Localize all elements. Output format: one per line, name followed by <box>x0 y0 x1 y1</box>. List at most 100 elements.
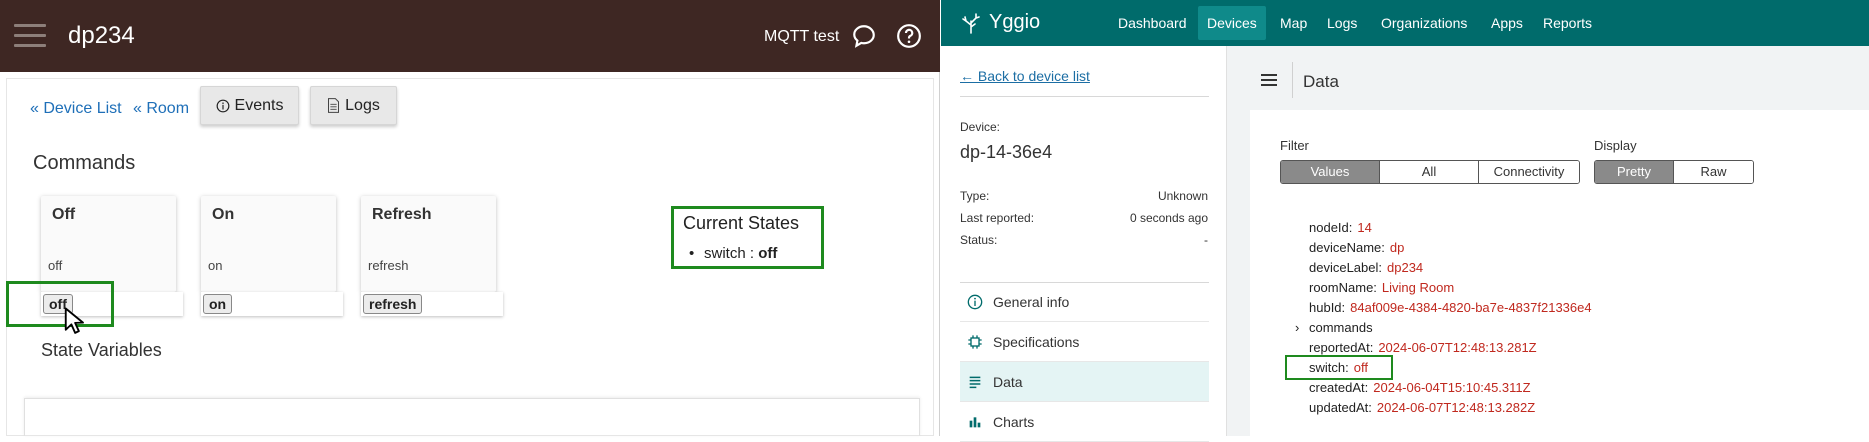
data-value: 2024-06-07T12:48:13.282Z <box>1376 400 1536 415</box>
data-value: 2024-06-07T12:48:13.281Z <box>1378 340 1537 355</box>
menu-label: Specifications <box>993 333 1080 350</box>
info-last-reported-key: Last reported: <box>960 211 1035 225</box>
info-type-key: Type: <box>960 189 990 203</box>
command-card-refresh: Refresh refresh <box>361 196 496 292</box>
menu-icon[interactable] <box>1261 73 1277 87</box>
document-icon <box>328 98 340 113</box>
on-command-button[interactable]: on <box>203 294 233 314</box>
data-row-devicename: deviceName: dp <box>1309 240 1404 255</box>
chat-bubble-icon[interactable] <box>851 23 877 49</box>
menu-charts[interactable]: Charts <box>960 402 1209 442</box>
data-key: reportedAt: <box>1309 340 1374 355</box>
filter-connectivity[interactable]: Connectivity <box>1479 161 1579 183</box>
yggio-brand[interactable]: Yggio <box>989 11 1040 34</box>
back-to-device-list-link[interactable]: ← Back to device list <box>960 68 1090 84</box>
device-list-link[interactable]: « Device List <box>30 100 122 118</box>
device-title: dp234 <box>68 22 135 49</box>
display-segmented-control: Pretty Raw <box>1594 160 1754 184</box>
data-value: Living Room <box>1381 280 1455 295</box>
data-key: deviceLabel: <box>1309 260 1382 275</box>
data-key: switch: <box>1309 360 1349 375</box>
command-row-on: on <box>201 292 343 316</box>
data-value: dp234 <box>1387 260 1424 275</box>
data-key: updatedAt: <box>1309 400 1372 415</box>
info-last-reported-value: 0 seconds ago <box>1129 211 1208 225</box>
data-key: roomName: <box>1309 280 1377 295</box>
data-row-commands[interactable]: › commands <box>1295 320 1373 335</box>
data-value: 14 <box>1357 220 1372 235</box>
menu-general-info[interactable]: General info <box>960 282 1209 322</box>
filter-values[interactable]: Values <box>1281 161 1380 183</box>
device-page-window: dp234 MQTT test « Device List « Room Eve… <box>0 0 940 436</box>
data-value: 84af009e-4384-4820-ba7e-4837f21336e4 <box>1350 300 1592 315</box>
info-icon <box>967 294 983 309</box>
display-raw[interactable]: Raw <box>1674 161 1753 183</box>
command-card-off: Off off <box>41 196 176 292</box>
off-command-button[interactable]: off <box>43 294 73 314</box>
help-circle-icon[interactable] <box>896 23 922 49</box>
events-button[interactable]: Events <box>200 86 299 125</box>
hamburger-menu-icon[interactable] <box>14 24 46 48</box>
bar-chart-icon <box>969 416 981 427</box>
device-label: Device: <box>960 120 1001 134</box>
nav-apps[interactable]: Apps <box>1482 0 1532 46</box>
filter-segmented-control: Values All Connectivity <box>1280 160 1580 184</box>
data-key: nodeId: <box>1309 220 1353 235</box>
nav-reports[interactable]: Reports <box>1534 0 1601 46</box>
data-value: dp <box>1389 240 1405 255</box>
info-status-key: Status: <box>960 233 998 247</box>
header-divider <box>1292 62 1293 98</box>
state-variables-heading: State Variables <box>41 340 162 360</box>
nav-map[interactable]: Map <box>1271 0 1316 46</box>
nav-dashboard[interactable]: Dashboard <box>1109 0 1196 46</box>
nav-organizations[interactable]: Organizations <box>1372 0 1476 46</box>
data-value: off <box>1353 360 1368 375</box>
data-card: Filter Values All Connectivity Display P… <box>1250 110 1869 436</box>
command-row-off: off <box>41 292 183 316</box>
room-link[interactable]: « Room <box>133 100 189 118</box>
menu-specifications[interactable]: Specifications <box>960 322 1209 362</box>
state-value: off <box>758 245 778 262</box>
refresh-command-button[interactable]: refresh <box>363 294 423 314</box>
data-row-switch: switch: off <box>1309 360 1368 375</box>
menu-label: General info <box>993 293 1070 310</box>
state-key: switch <box>704 245 746 262</box>
command-description: refresh <box>368 258 409 273</box>
logs-button[interactable]: Logs <box>310 86 397 125</box>
data-key: createdAt: <box>1309 380 1369 395</box>
tree-logo-icon <box>962 13 980 34</box>
events-button-label: Events <box>234 96 284 114</box>
data-row-nodeid: nodeId: 14 <box>1309 220 1372 235</box>
info-type-value: Unknown <box>1157 189 1208 203</box>
data-lines-icon <box>969 376 981 388</box>
divider <box>960 96 1209 97</box>
command-row-refresh: refresh <box>361 292 503 316</box>
command-card-on: On on <box>201 196 336 292</box>
device-name: dp-14-36e4 <box>960 142 1053 162</box>
data-row-reportedat: reportedAt: 2024-06-07T12:48:13.281Z <box>1309 340 1537 355</box>
menu-data[interactable]: Data <box>960 362 1209 402</box>
current-state-item: switch : off <box>689 245 778 262</box>
commands-heading: Commands <box>33 152 136 174</box>
data-row-createdat: createdAt: 2024-06-04T15:10:45.311Z <box>1309 380 1531 395</box>
info-icon <box>216 99 229 112</box>
nav-logs[interactable]: Logs <box>1318 0 1366 46</box>
filter-label: Filter <box>1280 138 1309 153</box>
info-status-value: - <box>1204 233 1208 247</box>
state-variables-panel <box>24 398 920 436</box>
command-description: off <box>48 258 63 273</box>
yggio-nav-bar: Yggio Dashboard Devices Map Logs Organiz… <box>941 0 1869 46</box>
display-label: Display <box>1594 138 1637 153</box>
menu-label: Charts <box>993 413 1035 430</box>
filter-all[interactable]: All <box>1380 161 1479 183</box>
yggio-window: Yggio Dashboard Devices Map Logs Organiz… <box>941 0 1869 442</box>
display-pretty[interactable]: Pretty <box>1595 161 1674 183</box>
data-row-hubid: hubId: 84af009e-4384-4820-ba7e-4837f21336… <box>1309 300 1592 315</box>
data-page-title: Data <box>1303 72 1339 91</box>
current-states-box: Current States switch : off <box>671 206 824 269</box>
command-name: On <box>212 206 235 223</box>
command-description: on <box>208 258 223 273</box>
data-key: deviceName: <box>1309 240 1385 255</box>
nav-devices[interactable]: Devices <box>1198 6 1266 40</box>
data-row-updatedat: updatedAt: 2024-06-07T12:48:13.282Z <box>1309 400 1535 415</box>
